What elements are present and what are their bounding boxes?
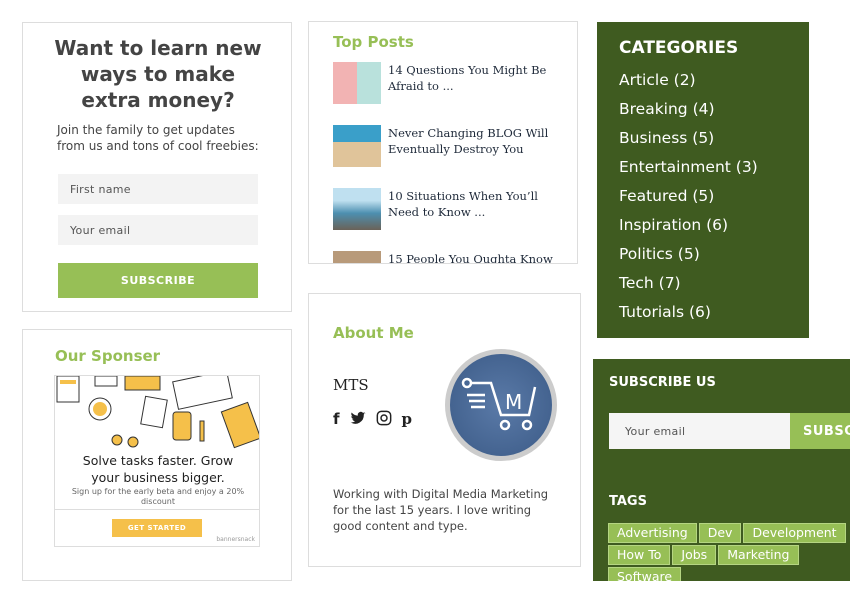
categories-list: Article (2) Breaking (4) Business (5) Enter… (619, 66, 787, 327)
pinterest-icon[interactable]: p (402, 410, 413, 428)
tag-link[interactable]: Advertising (608, 523, 697, 543)
category-link[interactable]: Breaking (4) (619, 95, 787, 124)
categories-widget: CATEGORIES Article (2) Breaking (4) Busine… (597, 22, 809, 338)
category-link[interactable]: Entertainment (3) (619, 153, 787, 182)
post-title[interactable]: 14 Questions You Might Be Afraid to ... (388, 62, 558, 104)
post-item[interactable]: Never Changing BLOG Will Eventually Dest… (333, 125, 558, 167)
newsletter-widget: Want to learn new ways to make extra mon… (22, 22, 292, 312)
tags-title: TAGS (609, 494, 647, 509)
tag-link[interactable]: How To (608, 545, 671, 565)
tag-link[interactable]: Marketing (718, 545, 799, 565)
office-illustration (56, 376, 259, 449)
logo-letter: M (505, 390, 522, 414)
subscribe-title: SUBSCRIBE US (609, 375, 716, 390)
bannersnack-logo: bannersnack (216, 536, 255, 543)
tag-link[interactable]: Software (608, 567, 682, 581)
tag-link[interactable]: Development (743, 523, 846, 543)
category-link[interactable]: Tech (7) (619, 269, 787, 298)
sponsor-title: Our Sponser (55, 347, 161, 365)
top-posts-widget: Top Posts 14 Questions You Might Be Afra… (308, 21, 578, 264)
post-thumbnail[interactable] (333, 125, 381, 167)
post-thumbnail[interactable] (333, 251, 381, 263)
post-item[interactable]: 15 People You Oughta Know (333, 251, 558, 263)
about-widget: About Me MTS f p M Working with Digital … (308, 293, 581, 567)
category-link[interactable]: Politics (5) (619, 240, 787, 269)
post-title[interactable]: Never Changing BLOG Will Eventually Dest… (388, 125, 558, 167)
about-description: Working with Digital Media Marketing for… (333, 487, 549, 533)
get-started-button[interactable]: GET STARTED (112, 519, 202, 537)
sponsor-widget: Our Sponser Solve tasks faster. Grow you… (22, 329, 292, 581)
email-input[interactable]: Your email (58, 215, 258, 245)
first-name-input[interactable]: First name (58, 174, 258, 204)
category-link[interactable]: Inspiration (6) (619, 211, 787, 240)
shopping-cart-icon: M (461, 377, 537, 431)
subscribe-us-button[interactable]: SUBSCRIBE (790, 413, 850, 449)
top-posts-title: Top Posts (333, 33, 414, 51)
category-link[interactable]: Tutorials (6) (619, 298, 787, 327)
about-title: About Me (333, 324, 414, 342)
newsletter-subtitle: Join the family to get updates from us a… (57, 123, 259, 153)
post-item[interactable]: 10 Situations When You’ll Need to Know .… (333, 188, 558, 230)
categories-title: CATEGORIES (619, 38, 739, 58)
category-link[interactable]: Business (5) (619, 124, 787, 153)
social-links: f p (333, 410, 412, 428)
category-link[interactable]: Article (2) (619, 66, 787, 95)
facebook-icon[interactable]: f (333, 410, 340, 428)
post-item[interactable]: 14 Questions You Might Be Afraid to ... (333, 62, 558, 104)
tag-link[interactable]: Jobs (672, 545, 717, 565)
subscribe-email-input[interactable]: Your email (609, 413, 790, 449)
about-name: MTS (333, 376, 369, 394)
newsletter-title: Want to learn new ways to make extra mon… (54, 36, 262, 112)
subscribe-button[interactable]: SUBSCRIBE (58, 263, 258, 298)
subscribe-widget: SUBSCRIBE US Your email SUBSCRIBE TAGS A… (593, 359, 850, 581)
tag-link[interactable]: Dev (698, 523, 742, 543)
banner-subtext: Sign up for the early beta and enjoy a 2… (71, 487, 245, 506)
category-link[interactable]: Featured (5) (619, 182, 787, 211)
about-logo: M (445, 349, 557, 461)
sponsor-banner[interactable]: Solve tasks faster. Grow your business b… (54, 375, 260, 547)
post-title[interactable]: 15 People You Oughta Know (388, 251, 558, 263)
post-thumbnail[interactable] (333, 62, 381, 104)
twitter-icon[interactable] (350, 410, 366, 426)
post-title[interactable]: 10 Situations When You’ll Need to Know .… (388, 188, 558, 230)
tags-list: Advertising Dev Development How To Jobs Marke… (608, 523, 850, 581)
banner-headline: Solve tasks faster. Grow your business b… (82, 453, 234, 485)
post-thumbnail[interactable] (333, 188, 381, 230)
instagram-icon[interactable] (376, 410, 392, 426)
